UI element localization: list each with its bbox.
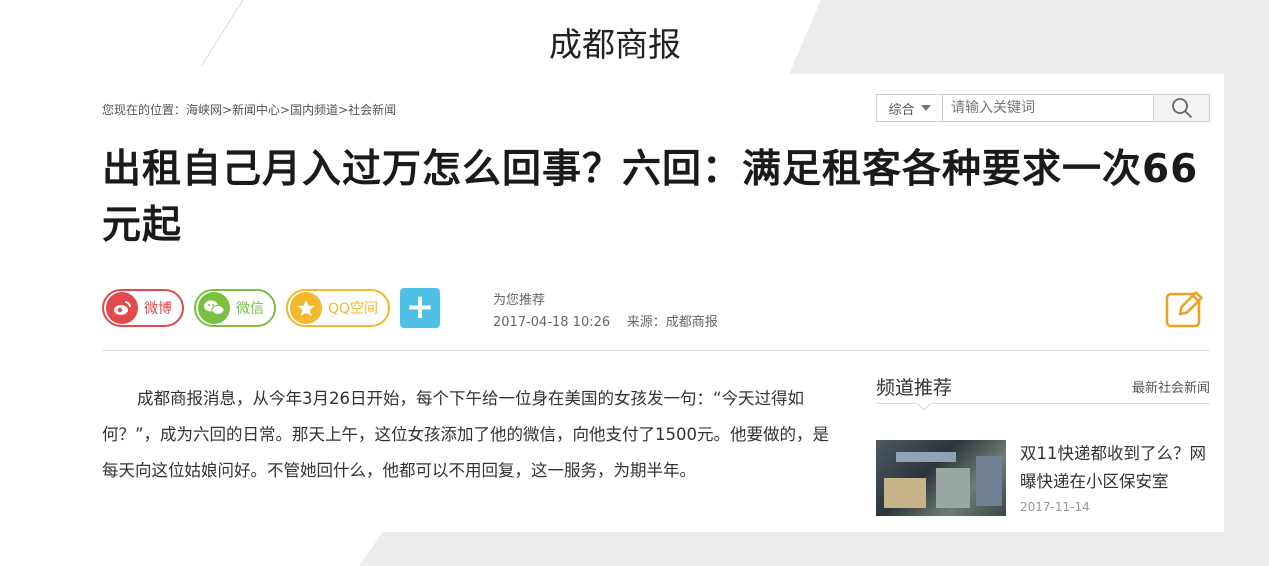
divider (102, 350, 1210, 351)
star-icon (290, 292, 322, 324)
header-pointer-inner (917, 402, 931, 409)
thumbnail-shelf (896, 452, 956, 462)
article-body: 成都商报消息，从今年3月26日开始，每个下午给一位身在美国的女孩发一句：“今天过… (102, 389, 830, 480)
thumbnail-box (936, 468, 970, 508)
search-scope-dropdown[interactable]: 综合 (877, 95, 943, 121)
article-card: 您现在的位置：海峡网>新闻中心>国内频道>社会新闻 综合 出租自己月入过万怎么回… (82, 74, 1224, 532)
search-icon (1171, 98, 1192, 118)
search-input[interactable] (943, 95, 1153, 121)
share-weibo-button[interactable]: 微博 (102, 289, 184, 327)
edit-icon[interactable] (1164, 287, 1206, 329)
share-wechat-label: 微信 (236, 301, 264, 317)
share-weibo-label: 微博 (144, 301, 172, 317)
channel-recommend-title: 频道推荐 (876, 377, 953, 399)
news-text: 双11快递都收到了么？网曝快递在小区保安室 2017-11-14 (1020, 440, 1210, 516)
news-thumbnail[interactable] (876, 440, 1006, 516)
news-title[interactable]: 双11快递都收到了么？网曝快递在小区保安室 (1020, 440, 1210, 496)
search-scope-label: 综合 (888, 102, 915, 118)
background-shape-bottom (355, 532, 1269, 566)
share-more-button[interactable]: + (400, 288, 441, 328)
share-bar: 微博 微信 QQ空间 + (102, 288, 441, 328)
article-meta: 为您推荐 2017-04-18 10:26 来源：成都商报 (493, 290, 718, 334)
latest-social-news-link[interactable]: 最新社会新闻 (1132, 377, 1210, 396)
news-date: 2017-11-14 (1020, 500, 1090, 514)
thumbnail-box (976, 456, 1002, 506)
weibo-icon (106, 292, 138, 324)
wechat-icon (198, 292, 230, 324)
thumbnail-box (884, 478, 926, 508)
list-item[interactable]: 双11快递都收到了么？网曝快递在小区保安室 2017-11-14 (876, 440, 1210, 516)
publish-datetime: 2017-04-18 10:26 (493, 315, 611, 330)
article-headline: 出租自己月入过万怎么回事？六回：满足租客各种要求一次66元起 (102, 147, 1199, 248)
channel-recommend-panel: 频道推荐 最新社会新闻 双11快递都收到了么？网曝快递在小区保安室 2017-1… (876, 370, 1210, 516)
share-wechat-button[interactable]: 微信 (194, 289, 276, 327)
chevron-down-icon (920, 105, 931, 111)
page-header-title: 成都商报 (549, 25, 681, 64)
breadcrumb[interactable]: 您现在的位置：海峡网>新闻中心>国内频道>社会新闻 (102, 101, 396, 118)
share-qzone-label: QQ空间 (328, 301, 379, 317)
share-qzone-button[interactable]: QQ空间 (286, 289, 391, 327)
channel-recommend-header: 频道推荐 最新社会新闻 (876, 370, 1210, 411)
search-button[interactable] (1153, 95, 1209, 121)
recommend-label[interactable]: 为您推荐 (493, 290, 718, 312)
search-bar: 综合 (876, 94, 1210, 122)
article-source: 来源：成都商报 (626, 315, 718, 330)
